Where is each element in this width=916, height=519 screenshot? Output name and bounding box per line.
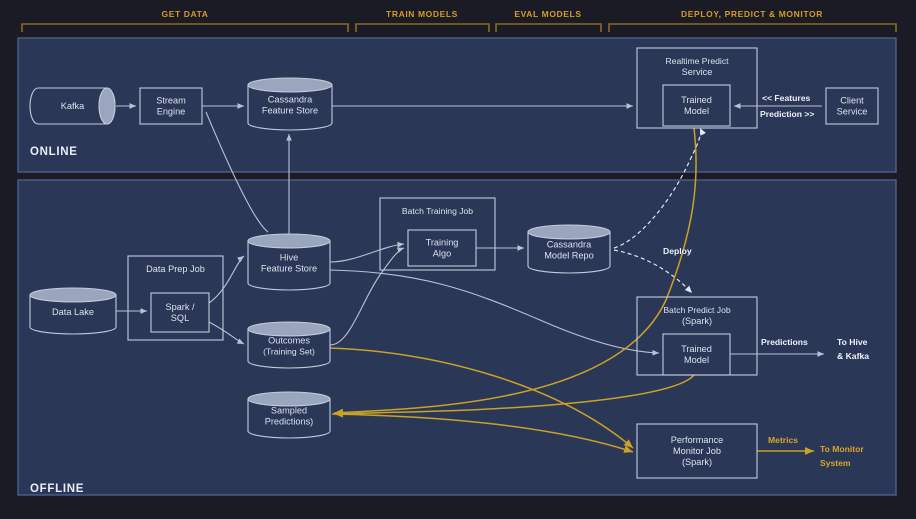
ml-architecture-diagram: GET DATA TRAIN MODELS EVAL MODELS DEPLOY, P… <box>17 9 897 496</box>
node-label: Sampled <box>271 406 307 416</box>
node-cassandra-feature-store: CassandraFeature Store <box>247 77 333 131</box>
node-label: Cassandra <box>268 95 313 105</box>
node-label: SQL <box>171 313 189 323</box>
node-label: Engine <box>157 107 186 117</box>
predictions-label: Predictions <box>761 337 808 347</box>
node-label: Algo <box>433 249 451 259</box>
node-label: Model Repo <box>544 251 594 261</box>
panel-online <box>17 37 897 173</box>
node-label: Data Prep Job <box>146 264 205 274</box>
node-cassandra-model-repo: CassandraModel Repo <box>527 224 611 274</box>
node-label: Trained <box>681 344 712 354</box>
phase-label: GET DATA <box>162 9 209 19</box>
node-kafka: Kafka <box>29 87 116 125</box>
to-hive-kafka-2: & Kafka <box>837 351 869 361</box>
node-label: Spark / <box>165 302 195 312</box>
node-label: Hive <box>280 253 298 263</box>
node-label: Kafka <box>61 101 85 111</box>
node-label: (Spark) <box>682 316 712 326</box>
phase-header-row: GET DATA TRAIN MODELS EVAL MODELS DEPLOY, P… <box>21 9 897 32</box>
node-sampled-predictions: SampledPredictions) <box>247 391 331 439</box>
panel-label-offline: OFFLINE <box>30 483 84 495</box>
node-label: Model <box>684 355 709 365</box>
node-label: Batch Training Job <box>402 206 473 216</box>
node-label: Stream <box>156 96 186 106</box>
node-label: Feature Store <box>261 264 317 274</box>
node-label: Client <box>840 96 864 106</box>
phase-bracket <box>495 23 602 32</box>
node-label: Outcomes <box>268 336 310 346</box>
diagram-root: GET DATA TRAIN MODELS EVAL MODELS DEPLOY, P… <box>0 0 916 519</box>
node-label: Cassandra <box>547 240 592 250</box>
node-label: Model <box>684 106 709 116</box>
node-hive-feature-store: HiveFeature Store <box>247 233 331 291</box>
to-monitor-2: System <box>820 458 851 468</box>
phase-label: TRAIN MODELS <box>386 9 458 19</box>
phase-label: EVAL MODELS <box>514 9 581 19</box>
features-label: << Features <box>762 93 810 103</box>
node-label: (Training Set) <box>263 347 315 357</box>
node-label: Training <box>426 238 459 248</box>
to-hive-kafka-1: To Hive <box>837 337 868 347</box>
phase-bracket <box>355 23 490 32</box>
node-label: Service <box>837 107 868 117</box>
node-label: Data Lake <box>52 307 94 317</box>
node-data-lake: Data Lake <box>29 287 117 335</box>
node-label: Predictions) <box>265 417 314 427</box>
phase-bracket <box>21 23 349 32</box>
node-label: Monitor Job <box>673 446 721 456</box>
node-label: Trained <box>681 95 712 105</box>
node-label: (Spark) <box>682 457 712 467</box>
node-label: Performance <box>671 435 724 445</box>
node-outcomes: Outcomes(Training Set) <box>247 321 331 369</box>
panel-label-online: ONLINE <box>30 146 78 158</box>
node-label: Batch Predict Job <box>663 305 731 315</box>
node-label: Feature Store <box>262 106 318 116</box>
phase-label: DEPLOY, PREDICT & MONITOR <box>681 9 823 19</box>
prediction-label: Prediction >> <box>760 109 814 119</box>
metrics-label: Metrics <box>768 435 798 445</box>
to-monitor-1: To Monitor <box>820 444 864 454</box>
deploy-label: Deploy <box>663 246 692 256</box>
node-label: Realtime Predict <box>665 56 729 66</box>
node-label: Service <box>682 67 713 77</box>
phase-bracket <box>608 23 897 32</box>
